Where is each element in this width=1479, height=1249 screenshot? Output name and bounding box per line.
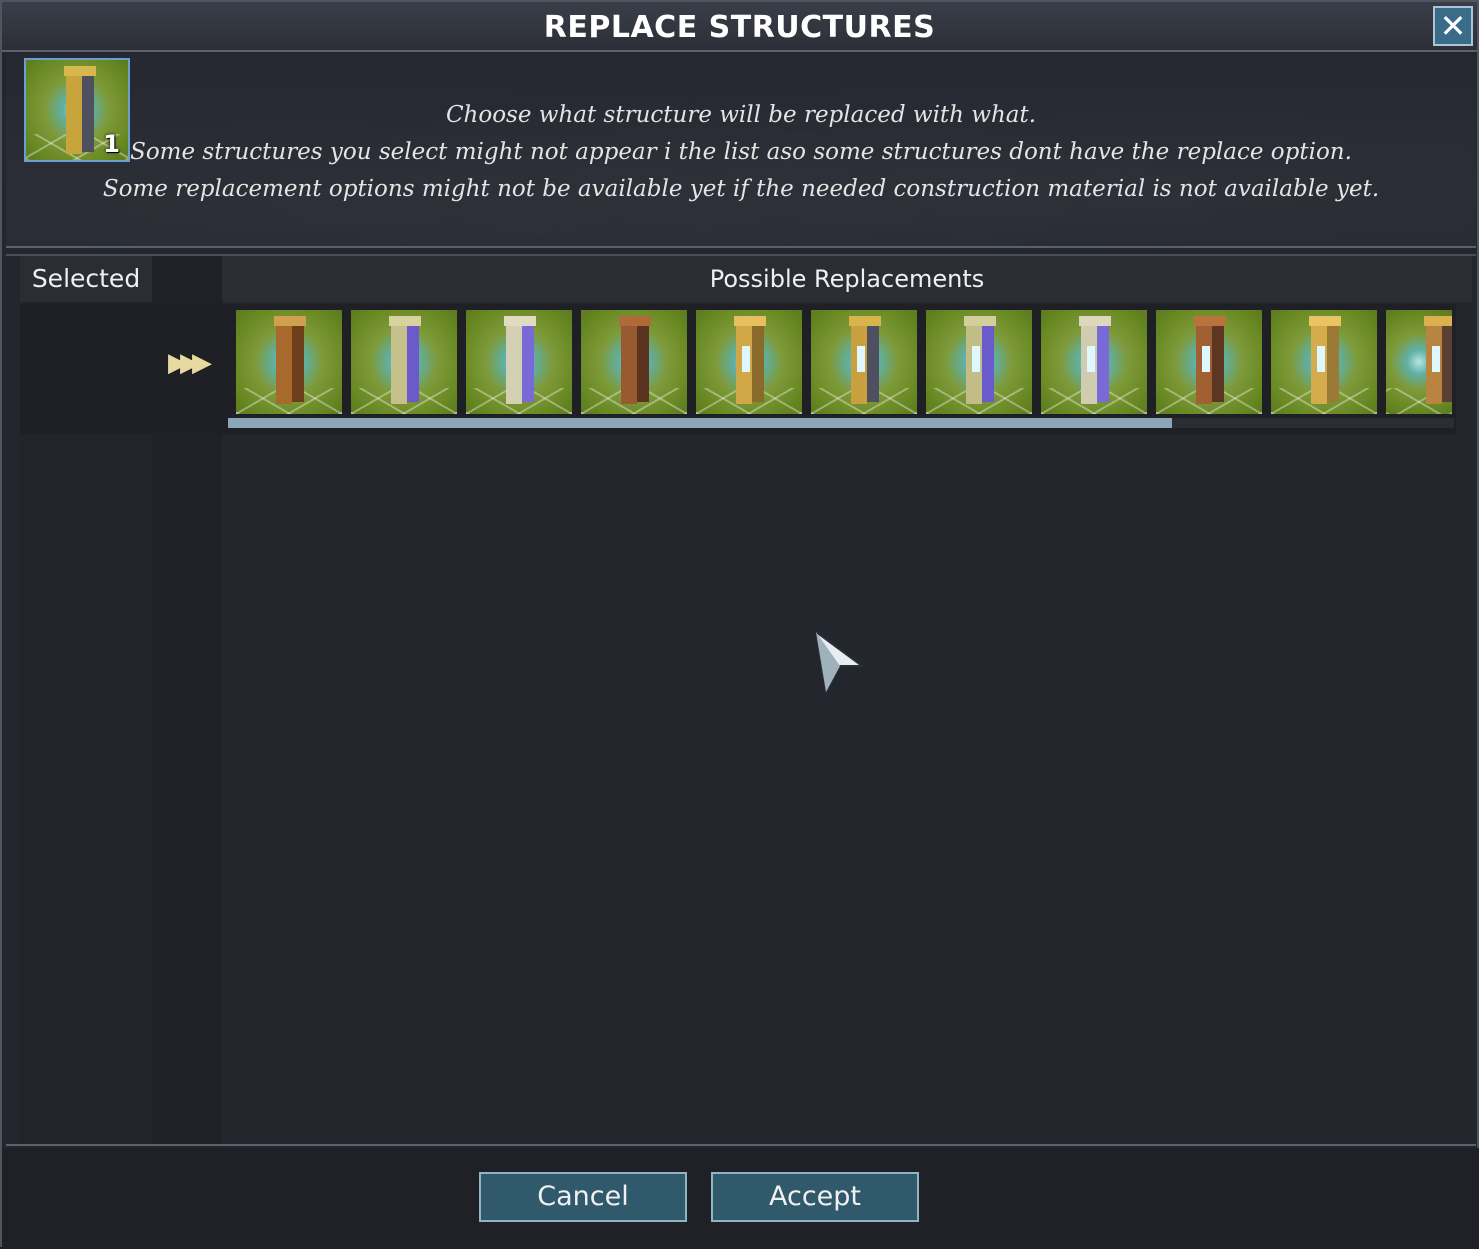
stone-window-pillar-icon bbox=[1079, 316, 1111, 404]
dialog-footer: Cancel Accept bbox=[2, 1148, 1479, 1249]
instruction-line-1: Choose what structure will be replaced w… bbox=[445, 102, 1037, 128]
replacement-option[interactable] bbox=[811, 310, 917, 414]
scrollbar-thumb[interactable] bbox=[228, 418, 1173, 428]
replace-arrow-icon: ▶▶▶ bbox=[168, 348, 212, 378]
mouse-cursor-icon bbox=[814, 630, 866, 696]
wooden-window-pillar-icon bbox=[734, 316, 766, 404]
replacement-option[interactable] bbox=[1041, 310, 1147, 414]
cobblestone-window-pillar-icon bbox=[964, 316, 996, 404]
ornate-wooden-pillar-icon bbox=[1424, 316, 1452, 404]
replacement-option[interactable] bbox=[926, 310, 1032, 414]
dialog-title: REPLACE STRUCTURES bbox=[543, 10, 936, 45]
close-icon: ✕ bbox=[1439, 7, 1467, 45]
stone-brick-pillar-icon bbox=[504, 316, 536, 404]
plank-window-pillar-icon bbox=[1309, 316, 1341, 404]
close-button[interactable]: ✕ bbox=[1433, 6, 1473, 46]
wooden-arch-pillar-icon bbox=[849, 316, 881, 404]
accept-button[interactable]: Accept bbox=[711, 1172, 919, 1222]
instruction-line-3: Some replacement options might not be av… bbox=[102, 176, 1380, 202]
cobblestone-pillar-icon bbox=[389, 316, 421, 404]
instruction-line-2: Some structures you select might not app… bbox=[130, 139, 1352, 165]
selected-header: Selected bbox=[20, 256, 152, 302]
selected-structure-slot[interactable]: 1 bbox=[24, 58, 130, 162]
cancel-button[interactable]: Cancel bbox=[479, 1172, 687, 1222]
horizontal-scrollbar[interactable] bbox=[228, 418, 1454, 428]
replacement-option[interactable] bbox=[1386, 310, 1452, 414]
replacement-option[interactable] bbox=[466, 310, 572, 414]
replacement-option[interactable] bbox=[696, 310, 802, 414]
wooden-log-pillar-icon bbox=[274, 316, 306, 404]
replacement-option[interactable] bbox=[581, 310, 687, 414]
item-count-badge: 1 bbox=[103, 130, 120, 158]
instructions-panel: Choose what structure will be replaced w… bbox=[6, 54, 1476, 248]
clay-pillar-icon bbox=[619, 316, 651, 404]
wood-pillar-icon bbox=[64, 66, 96, 154]
replacement-option[interactable] bbox=[236, 310, 342, 414]
replacement-option[interactable] bbox=[351, 310, 457, 414]
replace-structures-dialog: REPLACE STRUCTURES ✕ Choose what structu… bbox=[0, 0, 1479, 1249]
replacement-option[interactable] bbox=[1156, 310, 1262, 414]
replacement-option[interactable] bbox=[1271, 310, 1377, 414]
title-bar[interactable]: REPLACE STRUCTURES ✕ bbox=[2, 2, 1477, 52]
possible-replacements-header: Possible Replacements bbox=[222, 256, 1472, 302]
clay-window-pillar-icon bbox=[1194, 316, 1226, 404]
